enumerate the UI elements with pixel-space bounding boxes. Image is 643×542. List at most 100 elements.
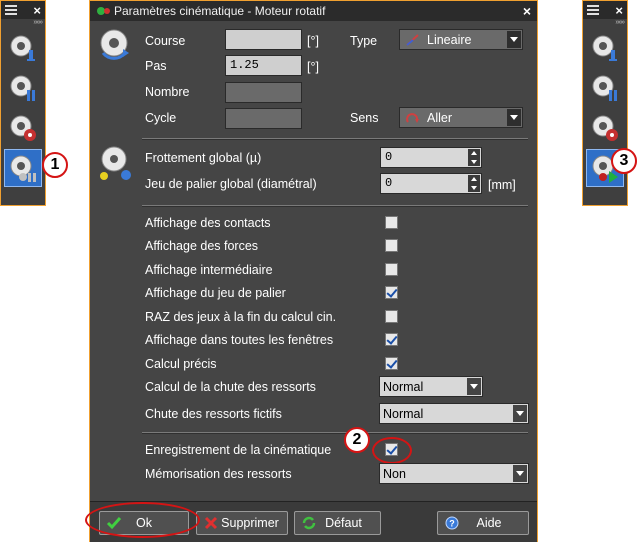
fictifs-select[interactable]: Normal [379,403,529,424]
defaut-button[interactable]: Défaut [294,511,381,535]
frottement-spinbox[interactable]: 0 [380,147,482,168]
gear-friction-icon [100,146,131,180]
nombre-field[interactable] [225,82,302,103]
memo-value: Non [383,466,406,481]
fictifs-label: Chute des ressorts fictifs [145,407,282,421]
option-checkbox-toutes-fenetres[interactable] [385,333,398,346]
gear-info-icon [592,35,617,61]
chevron-down-icon[interactable] [513,405,527,422]
separator [142,138,528,140]
help-icon: ? [445,516,459,530]
option-checkbox-forces[interactable] [385,239,398,252]
course-field[interactable] [225,29,302,50]
grip-icon[interactable]: »»» [1,19,45,27]
option-label: Calcul précis [145,357,217,371]
jeu-unit: [mm] [488,178,516,192]
option-label: RAZ des jeux à la fin du calcul cin. [145,310,337,324]
gear-motion-icon [100,29,129,60]
gear-pause-icon [10,155,36,182]
memo-select[interactable]: Non [379,463,529,484]
type-value: Lineaire [427,32,472,47]
kinematic-parameters-dialog: Paramètres cinématique - Moteur rotatif … [89,0,538,542]
pas-label: Pas [145,59,167,73]
toolbar-button-kinematic-run[interactable] [4,149,42,187]
frottement-label: Frottement global (µ) [145,151,262,165]
spin-buttons[interactable] [468,175,480,192]
toolbar-button-kinematic-param[interactable] [4,69,42,107]
pas-unit: [°] [307,60,319,74]
chevron-down-icon[interactable] [513,465,527,482]
callout-2: 2 [344,427,370,453]
direction-icon [406,112,419,123]
sens-value: Aller [427,110,453,125]
gear-info-icon [10,35,35,61]
type-label: Type [350,34,378,48]
svg-text:?: ? [449,519,455,529]
menu-icon[interactable] [5,5,17,15]
close-icon[interactable]: × [615,4,623,17]
spin-buttons[interactable] [468,149,480,166]
course-unit: [°] [307,34,319,48]
sens-select[interactable]: Aller [399,107,523,128]
jeu-label: Jeu de palier global (diamétral) [145,177,317,191]
close-icon[interactable]: × [523,3,531,19]
jeu-spinbox[interactable]: 0 [380,173,482,194]
gear-settings-icon [10,115,36,141]
option-label: Affichage intermédiaire [145,263,273,277]
option-checkbox-calcul-precis[interactable] [385,357,398,370]
memo-label: Mémorisation des ressorts [145,467,292,481]
supprimer-label: Supprimer [221,516,279,530]
enreg-label: Enregistrement de la cinématique [145,443,332,457]
option-checkbox-intermediaire[interactable] [385,263,398,276]
grip-icon[interactable]: »»» [583,19,627,27]
toolbar-button-kinematic-gear[interactable] [4,109,42,147]
callout-3: 3 [611,148,637,174]
callout-1: 1 [42,152,68,178]
right-toolbar: × »»» [582,0,628,206]
option-checkbox-raz-jeux[interactable] [385,310,398,323]
close-icon[interactable]: × [33,4,41,17]
toolbar-button-kinematic-info[interactable] [4,29,42,67]
sens-label: Sens [350,111,379,125]
refresh-icon [302,516,316,530]
chevron-down-icon[interactable] [507,109,521,126]
aide-label: Aide [476,516,502,530]
option-label: Affichage des forces [145,239,259,253]
option-label: Affichage des contacts [145,216,271,230]
option-label: Affichage dans toutes les fenêtres [145,333,334,347]
defaut-label: Défaut [325,516,362,530]
chute-label: Calcul de la chute des ressorts [145,380,316,394]
nombre-label: Nombre [145,85,190,99]
toolbar-button-kinematic-info[interactable] [586,29,624,67]
left-toolbar: × »»» [0,0,46,206]
type-select[interactable]: Lineaire [399,29,523,50]
chute-select[interactable]: Normal [379,376,483,397]
cycle-label: Cycle [145,111,177,125]
option-checkbox-contacts[interactable] [385,216,398,229]
aide-button[interactable]: ? Aide [437,511,529,535]
option-checkbox-jeu-palier[interactable] [385,286,398,299]
separator [142,432,528,434]
supprimer-button[interactable]: Supprimer [196,511,288,535]
chevron-down-icon[interactable] [467,378,481,395]
cycle-field[interactable] [225,108,302,129]
pas-field[interactable]: 1.25 [225,55,302,76]
option-label: Affichage du jeu de palier [145,286,286,300]
gear-param-icon [10,75,35,101]
jeu-value: 0 [385,176,393,190]
linear-icon [406,33,419,46]
course-label: Course [145,34,186,48]
toolbar-button-kinematic-param[interactable] [586,69,624,107]
title-bar[interactable]: Paramètres cinématique - Moteur rotatif … [90,1,537,21]
highlight-ring [372,437,412,464]
frottement-value: 0 [385,150,393,164]
toolbar-header: × [583,1,627,19]
menu-icon[interactable] [587,5,599,15]
ok-highlight-ring [85,502,200,538]
delete-x-icon [204,516,218,530]
chevron-down-icon[interactable] [507,31,521,48]
chute-value: Normal [383,379,424,394]
fictifs-value: Normal [383,406,424,421]
gear-param-icon [592,75,617,101]
toolbar-button-kinematic-gear[interactable] [586,109,624,147]
